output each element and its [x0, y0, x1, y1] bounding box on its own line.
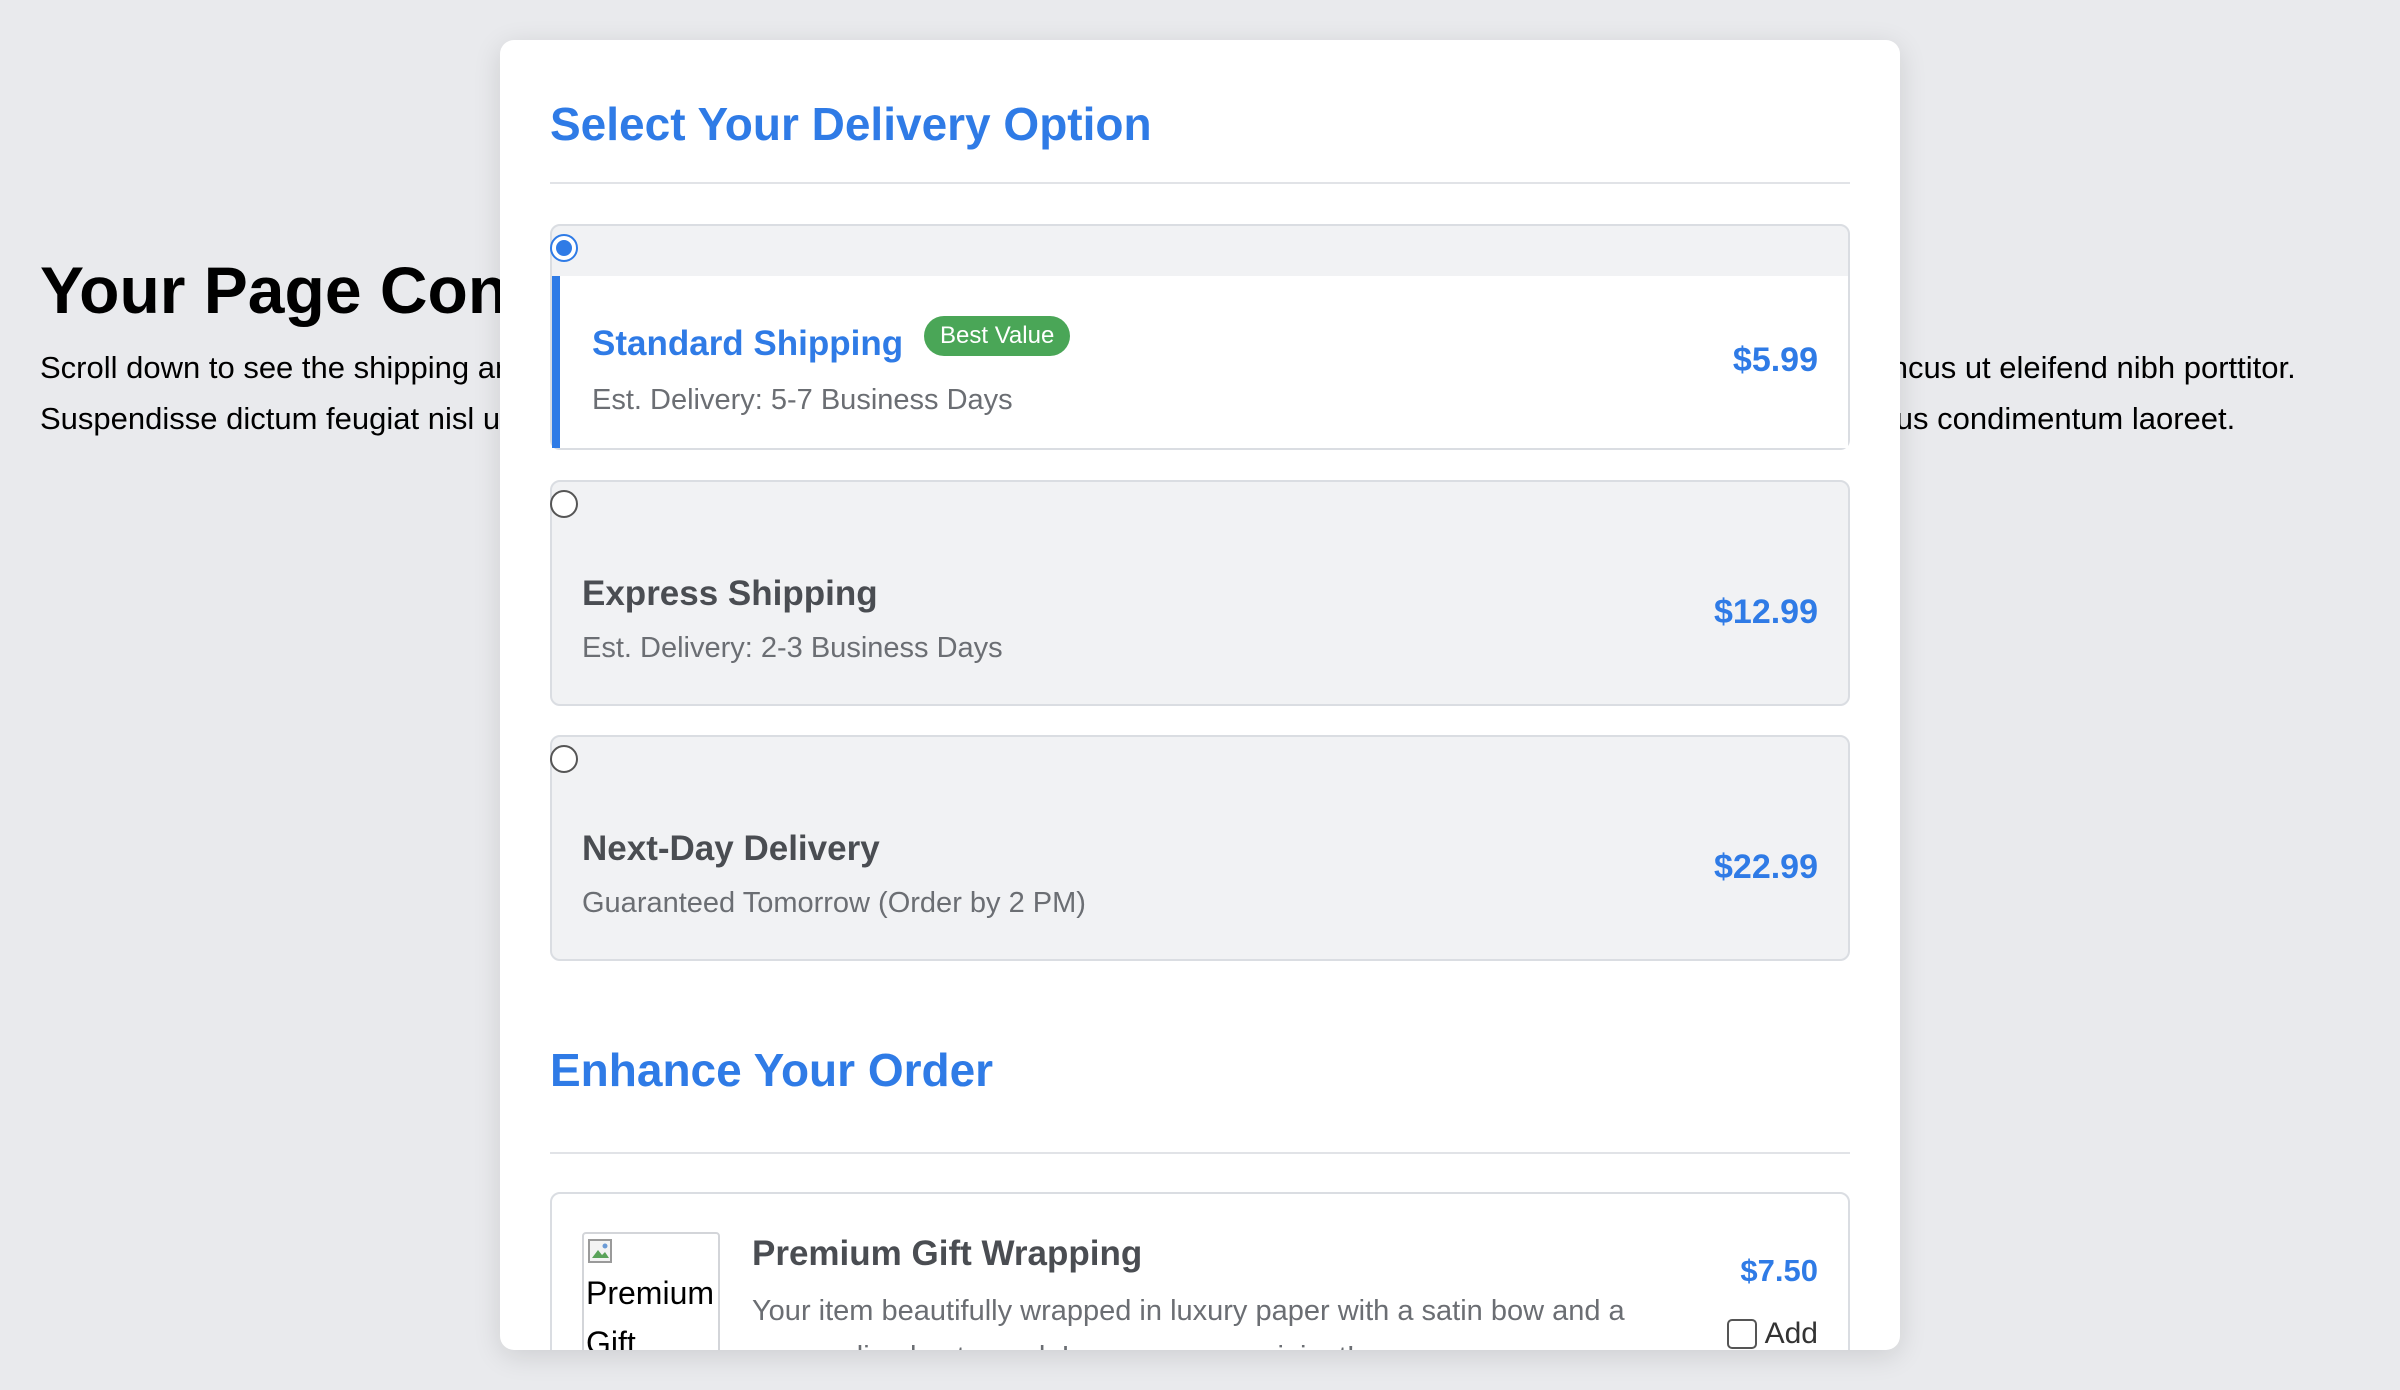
- image-alt-text: Premium Gift: [586, 1275, 715, 1350]
- addon-price: $7.50: [1740, 1253, 1818, 1288]
- delivery-options-modal: Select Your Delivery Option Standard Shi…: [500, 40, 1900, 1350]
- addon-name: Premium Gift Wrapping: [752, 1234, 1143, 1273]
- section-divider: [550, 1152, 1850, 1154]
- radio-standard-shipping[interactable]: [550, 234, 578, 262]
- delivery-option-next-day[interactable]: Next-Day Delivery Guaranteed Tomorrow (O…: [550, 735, 1850, 961]
- option-description: Est. Delivery: 2-3 Business Days: [582, 632, 1003, 664]
- enhance-section-title: Enhance Your Order: [550, 1044, 994, 1096]
- delivery-section-title: Select Your Delivery Option: [550, 98, 1152, 150]
- option-description: Est. Delivery: 5-7 Business Days: [592, 384, 1013, 416]
- radio-express-shipping[interactable]: [550, 490, 578, 518]
- section-divider: [550, 182, 1850, 184]
- delivery-option-standard[interactable]: Standard Shipping Best Value Est. Delive…: [550, 224, 1850, 450]
- option-description: Guaranteed Tomorrow (Order by 2 PM): [582, 887, 1086, 919]
- best-value-badge: Best Value: [924, 316, 1071, 356]
- add-checkbox[interactable]: [1726, 1319, 1757, 1349]
- option-price: $22.99: [1714, 848, 1818, 886]
- add-checkbox-label[interactable]: Add: [1765, 1316, 1818, 1350]
- add-gift-wrapping-control[interactable]: Add: [1726, 1316, 1818, 1350]
- option-name: Standard Shipping: [592, 324, 904, 363]
- broken-image-icon: [588, 1239, 612, 1263]
- option-price: $5.99: [1732, 341, 1818, 379]
- addon-description: Your item beautifully wrapped in luxury …: [752, 1295, 1625, 1350]
- option-price: $12.99: [1714, 593, 1818, 631]
- selected-option-card[interactable]: Standard Shipping Best Value Est. Delive…: [552, 276, 1848, 448]
- delivery-option-express[interactable]: Express Shipping Est. Delivery: 2-3 Busi…: [550, 480, 1850, 706]
- option-name: Next-Day Delivery: [582, 829, 880, 868]
- option-name: Express Shipping: [582, 574, 878, 613]
- radio-next-day-delivery[interactable]: [550, 745, 578, 773]
- gift-wrapping-image: Premium Gift: [582, 1232, 720, 1350]
- addon-gift-wrapping: Premium Gift Premium Gift Wrapping Your …: [550, 1192, 1850, 1350]
